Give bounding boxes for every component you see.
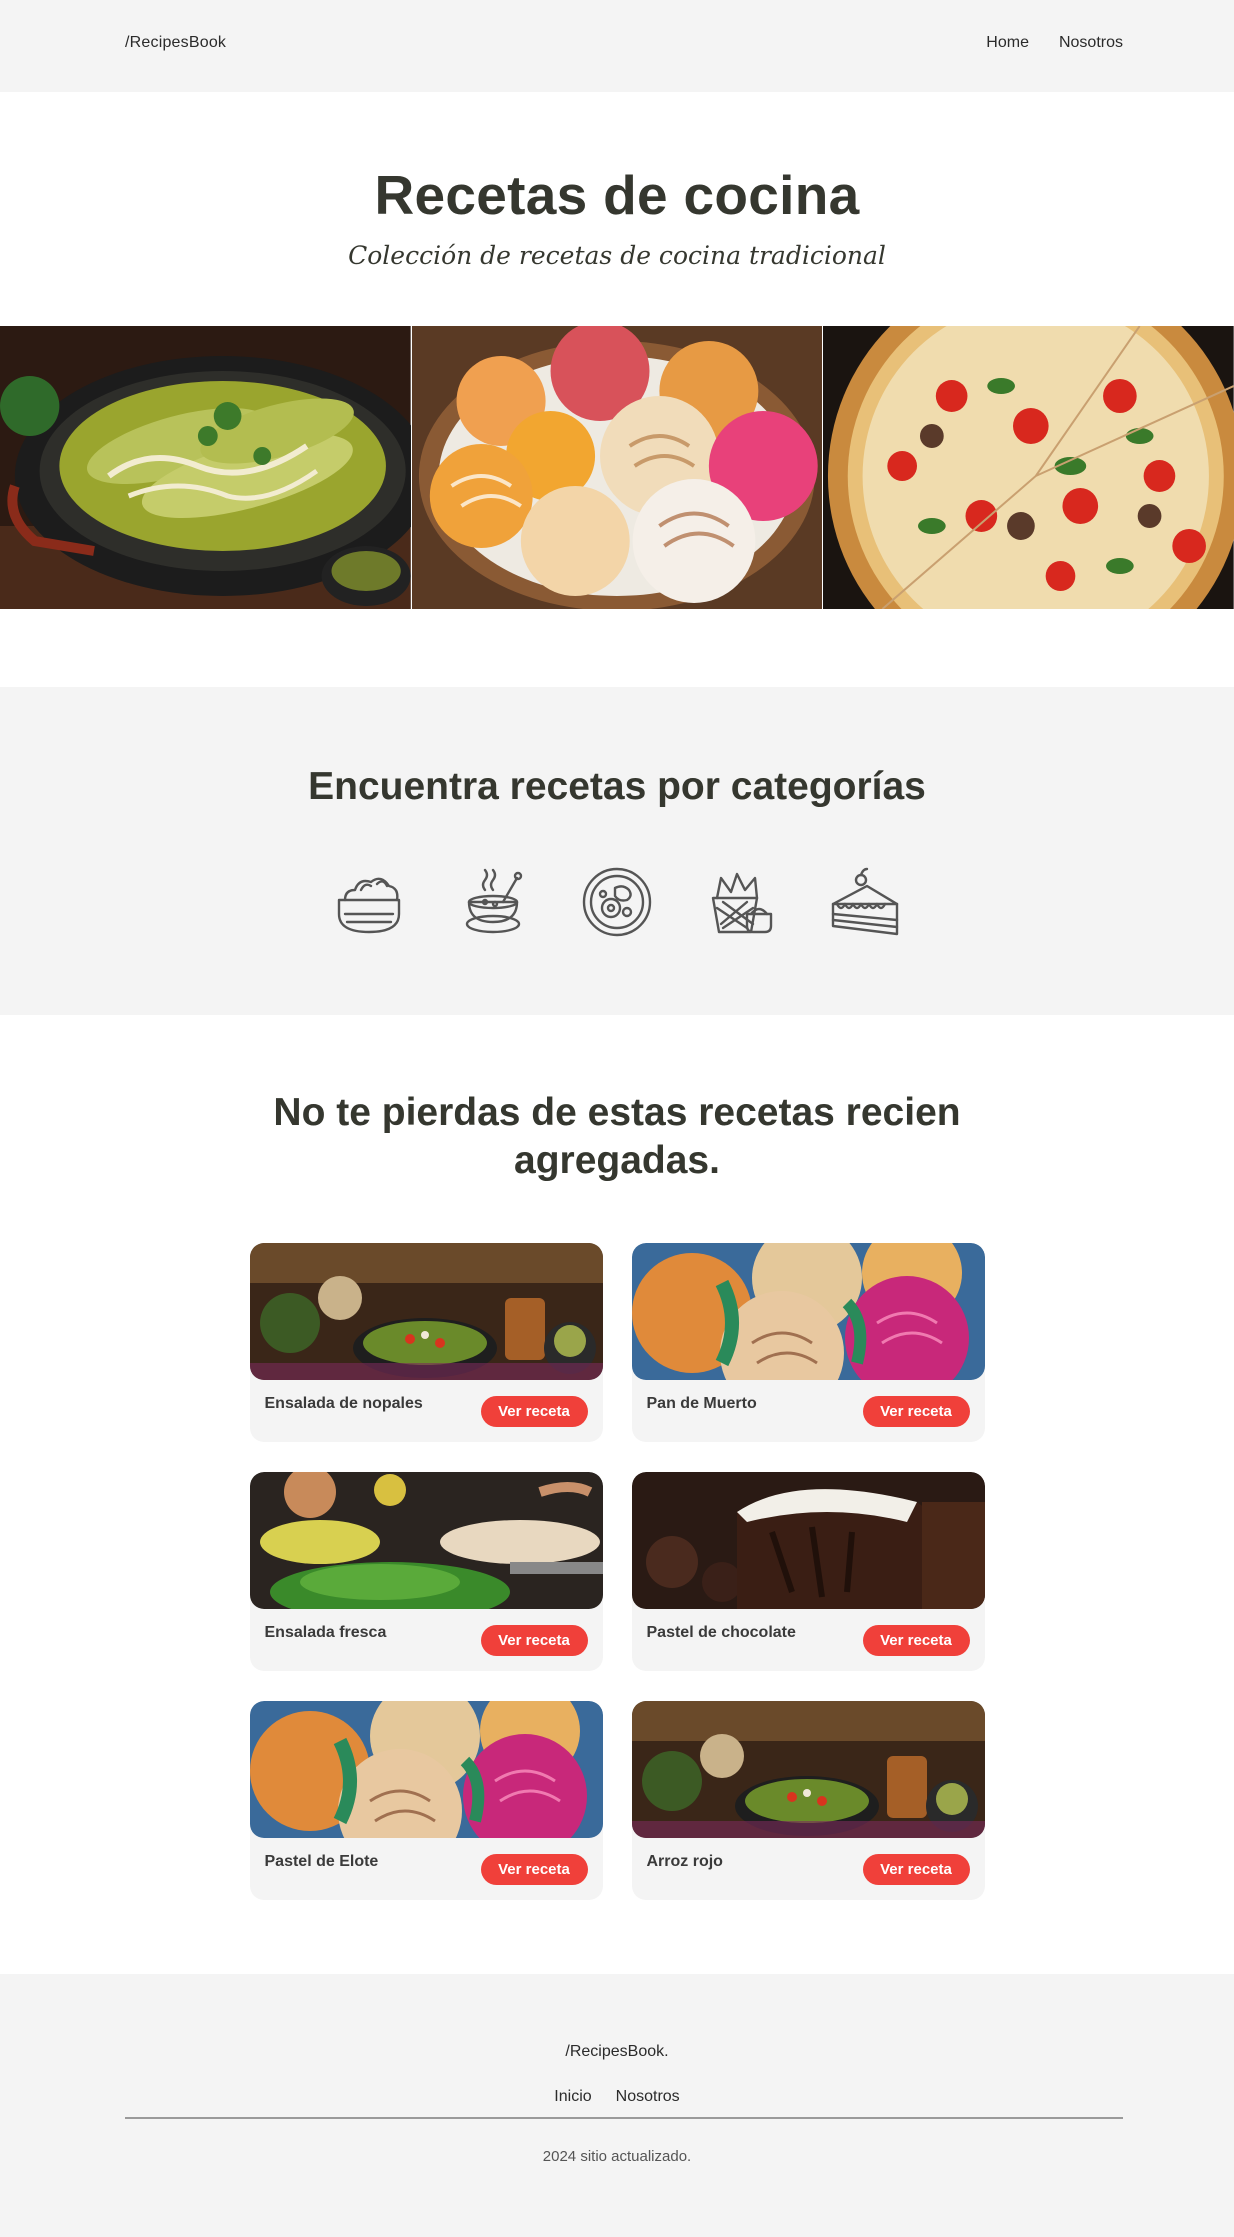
categories-section: Encuentra recetas por categorías (0, 687, 1234, 1015)
view-recipe-button[interactable]: Ver receta (480, 1625, 588, 1656)
nav-nosotros-link[interactable]: Nosotros (1059, 34, 1123, 52)
recipe-image (631, 1472, 985, 1609)
category-icons (0, 864, 1234, 940)
recipe-image (249, 1701, 603, 1838)
view-recipe-button[interactable]: Ver receta (862, 1396, 970, 1427)
nav-home-link[interactable]: Home (986, 34, 1029, 52)
footer-divider (125, 2117, 1123, 2119)
main-nav: Home Nosotros (986, 34, 1123, 52)
recipe-title: Ensalada de nopales (264, 1395, 423, 1412)
plate-icon[interactable] (579, 864, 655, 940)
pizza-image (823, 326, 1234, 609)
footer-nav: Inicio Nosotros (0, 2088, 1234, 2106)
footer-inicio-link[interactable]: Inicio (554, 2088, 591, 2106)
recipe-image (631, 1243, 985, 1380)
view-recipe-button[interactable]: Ver receta (480, 1396, 588, 1427)
soup-icon[interactable] (455, 864, 531, 940)
site-logo[interactable]: /RecipesBook (125, 34, 226, 52)
recipe-image (631, 1701, 985, 1838)
recipe-card: Ensalada de nopales Ver receta (249, 1243, 603, 1442)
recipe-card: Pastel de Elote Ver receta (249, 1701, 603, 1900)
recipe-title: Ensalada fresca (264, 1624, 387, 1641)
snacks-icon[interactable] (703, 864, 779, 940)
categories-title: Encuentra recetas por categorías (308, 765, 926, 808)
footer-copyright: 2024 sitio actualizado. (542, 2148, 692, 2165)
hero-section: Recetas de cocina Colección de recetas d… (0, 92, 1234, 326)
recipe-card: Arroz rojo Ver receta (631, 1701, 985, 1900)
hero-title: Recetas de cocina (374, 164, 860, 226)
recipe-image (249, 1243, 603, 1380)
salad-bowl-icon[interactable] (331, 864, 407, 940)
recipe-title: Pastel de Elote (264, 1853, 379, 1870)
pan-dulce-image (411, 326, 824, 609)
view-recipe-button[interactable]: Ver receta (862, 1625, 970, 1656)
recipe-title: Arroz rojo (646, 1853, 723, 1870)
hero-banner (0, 326, 1234, 609)
top-navbar: /RecipesBook Home Nosotros (0, 0, 1234, 92)
recipe-image (249, 1472, 603, 1609)
recipe-title: Pan de Muerto (646, 1395, 757, 1412)
site-footer: /RecipesBook. Inicio Nosotros 2024 sitio… (0, 1974, 1234, 2237)
view-recipe-button[interactable]: Ver receta (480, 1854, 588, 1885)
recipe-card: Pastel de chocolate Ver receta (631, 1472, 985, 1671)
hero-subtitle: Colección de recetas de cocina tradicion… (348, 241, 886, 270)
recipe-card: Pan de Muerto Ver receta (631, 1243, 985, 1442)
cake-slice-icon[interactable] (827, 864, 903, 940)
footer-logo[interactable]: /RecipesBook. (0, 2043, 1234, 2061)
recipes-title: No te pierdas de estas recetas recien ag… (273, 1091, 961, 1182)
footer-nosotros-link[interactable]: Nosotros (616, 2088, 680, 2106)
view-recipe-button[interactable]: Ver receta (862, 1854, 970, 1885)
recent-recipes-section: No te pierdas de estas recetas recien ag… (0, 1015, 1234, 1974)
enchiladas-image (0, 326, 412, 609)
recipe-title: Pastel de chocolate (646, 1624, 796, 1641)
recipes-grid: Ensalada de nopales Ver receta Pan de Mu… (249, 1243, 985, 1900)
recipe-card: Ensalada fresca Ver receta (249, 1472, 603, 1671)
